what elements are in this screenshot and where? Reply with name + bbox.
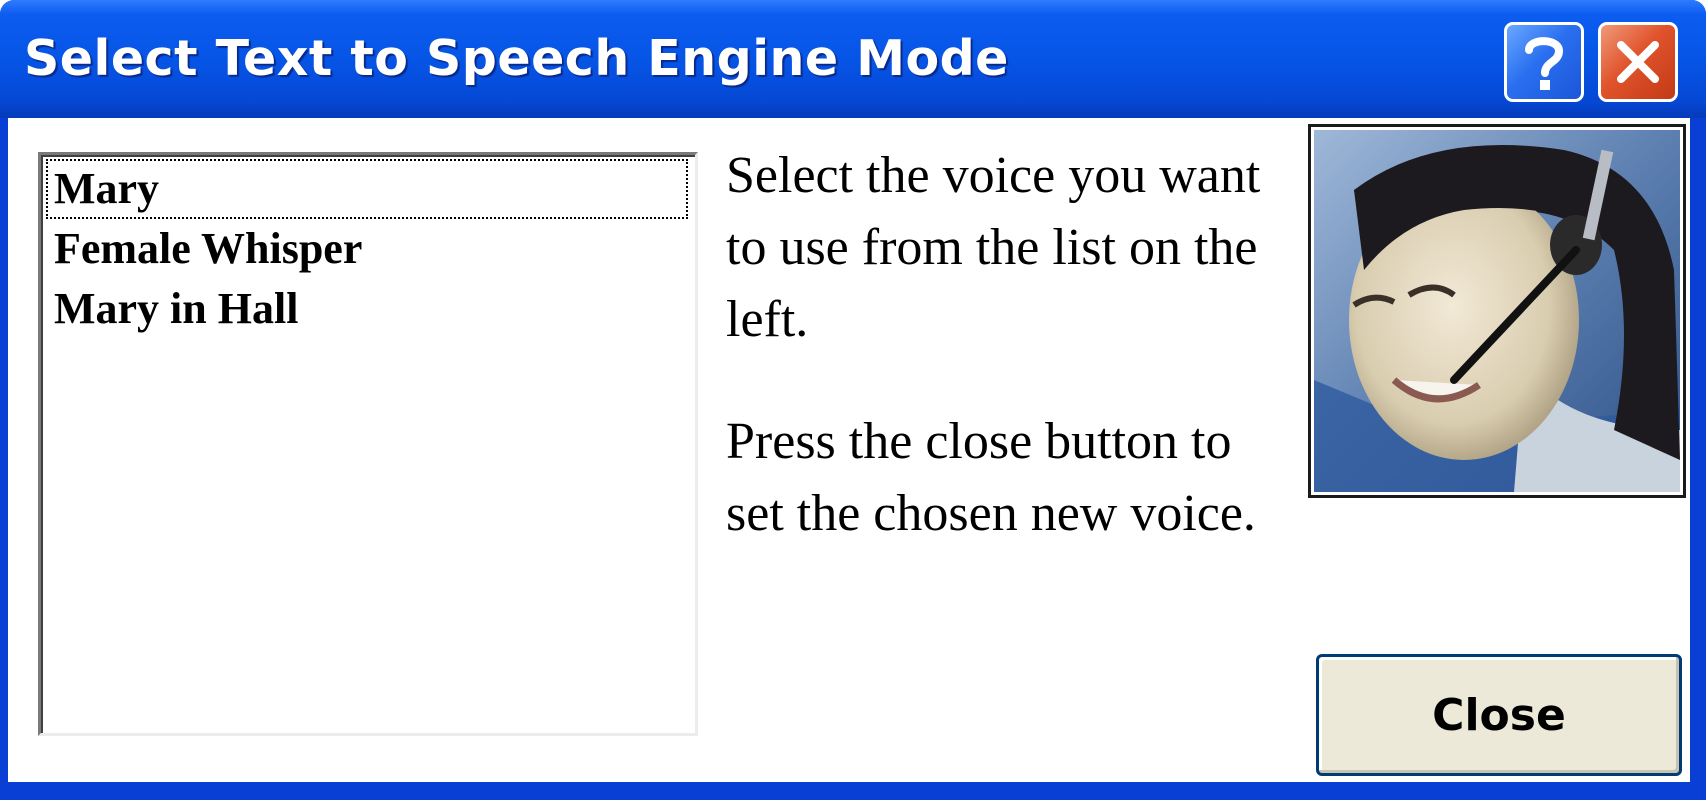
voice-item-mary-in-hall[interactable]: Mary in Hall [46, 279, 688, 339]
dialog-client-area: Mary Female Whisper Mary in Hall Select … [8, 118, 1690, 782]
dialog-window: Select Text to Speech Engine Mode Mary F… [0, 0, 1706, 800]
voice-item-female-whisper[interactable]: Female Whisper [46, 219, 688, 279]
close-button[interactable]: Close [1316, 654, 1682, 776]
help-button[interactable] [1504, 22, 1584, 102]
title-bar[interactable]: Select Text to Speech Engine Mode [0, 0, 1706, 118]
question-mark-icon [1525, 37, 1564, 90]
instructions-text: Select the voice you want to use from th… [726, 140, 1266, 550]
instruction-select-voice: Select the voice you want to use from th… [726, 147, 1261, 348]
instruction-press-close: Press the close button to set the chosen… [726, 413, 1256, 542]
title-close-button[interactable] [1598, 22, 1678, 102]
voice-item-mary[interactable]: Mary [46, 159, 688, 219]
window-title: Select Text to Speech Engine Mode [24, 30, 1009, 87]
close-x-icon [1617, 41, 1659, 83]
operator-photo [1308, 124, 1686, 498]
voice-listbox[interactable]: Mary Female Whisper Mary in Hall [38, 152, 698, 736]
